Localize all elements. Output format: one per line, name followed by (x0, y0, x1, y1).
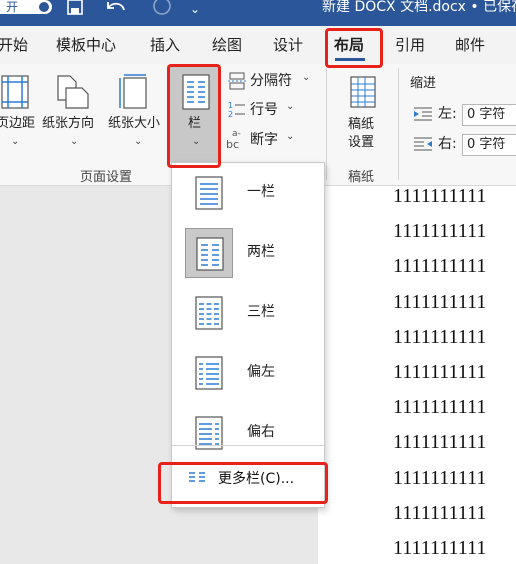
paper-size-icon[interactable] (118, 74, 150, 114)
tab-design[interactable]: 设计 (273, 36, 303, 54)
one-column-icon-wrap (185, 168, 233, 218)
menu-item-label: 一栏 (247, 184, 275, 200)
page-setup-group-label: 页面设置 (80, 170, 133, 185)
manuscript-settings-label-line2: 设置 (348, 135, 375, 150)
menu-item-right-column[interactable]: 偏右 (172, 403, 324, 463)
menu-item-left-column[interactable]: 偏左 (172, 343, 324, 403)
breaks-button[interactable]: 分隔符 (250, 72, 292, 90)
document-text-line: 1111111111 (393, 255, 487, 278)
hyphenation-button[interactable]: 断字 (250, 131, 278, 149)
manuscript-icon[interactable] (350, 76, 378, 112)
tab-draw[interactable]: 绘图 (212, 36, 242, 54)
three-columns-icon (195, 296, 223, 330)
three-columns-icon-wrap (185, 288, 233, 338)
line-numbers-icon[interactable]: 12 (228, 100, 246, 122)
tab-template-center[interactable]: 模板中心 (56, 36, 116, 54)
columns-chevron-icon[interactable]: ⌄ (192, 136, 200, 147)
document-text-line: 1111111111 (393, 361, 487, 383)
menu-divider (172, 445, 324, 446)
customize-toolbar-chevron-icon[interactable]: ⌄ (190, 0, 200, 18)
indent-left-label: 左: (438, 106, 457, 122)
menu-item-one-column[interactable]: 一栏 (172, 163, 324, 223)
document-text-line: 1111111111 (393, 325, 487, 348)
hyphenation-icon[interactable]: a-bc (226, 128, 248, 154)
menu-item-label: 三栏 (247, 304, 275, 320)
margins-icon[interactable] (0, 74, 30, 114)
orientation-chevron-icon[interactable]: ⌄ (70, 136, 78, 147)
menu-item-label: 偏左 (247, 364, 275, 380)
paper-size-button[interactable]: 纸张大小 (108, 116, 160, 132)
indent-title: 缩进 (410, 76, 437, 91)
menu-item-label: 偏右 (247, 424, 275, 440)
columns-button[interactable]: 栏 (188, 116, 201, 132)
indent-right-label: 右: (438, 136, 457, 152)
ribbon-tabs: 开始 模板中心 插入 绘图 设计 布局 引用 邮件 (0, 26, 516, 64)
columns-icon[interactable] (182, 74, 210, 114)
indent-left-input[interactable]: 0 字符 (462, 104, 516, 126)
document-text-line: 1111111111 (393, 220, 487, 243)
margins-chevron-icon[interactable]: ⌄ (11, 136, 19, 147)
document-text-line: 1111111111 (393, 501, 487, 524)
columns-dropdown-menu: 一栏 两栏 三栏 偏左 偏右 更多栏(C)... (171, 162, 325, 508)
line-numbers-chevron-icon[interactable]: ⌄ (286, 101, 294, 112)
tab-home[interactable]: 开始 (0, 36, 28, 54)
one-column-icon (195, 176, 223, 210)
autosave-toggle-label: 开 (6, 0, 19, 14)
group-divider (326, 68, 327, 180)
active-tab-indicator (335, 58, 365, 61)
more-columns-button[interactable]: 更多栏(C)... (172, 459, 324, 499)
margins-button[interactable]: 页边距 (0, 116, 35, 132)
orientation-icon[interactable] (54, 74, 90, 114)
manuscript-settings-button[interactable]: 稿纸 (348, 117, 374, 133)
document-text-line: 1111111111 (393, 290, 487, 313)
two-columns-icon (196, 237, 224, 271)
orientation-button[interactable]: 纸张方向 (42, 116, 94, 132)
hyphenation-chevron-icon[interactable]: ⌄ (286, 131, 294, 142)
menu-item-three-columns[interactable]: 三栏 (172, 283, 324, 343)
svg-text:2: 2 (228, 110, 233, 118)
manuscript-group-label: 稿纸 (348, 170, 375, 185)
two-columns-icon-wrap (185, 228, 233, 278)
undo-icon[interactable] (104, 0, 128, 20)
menu-item-label: 两栏 (247, 244, 275, 260)
right-column-icon-wrap (185, 408, 233, 458)
breaks-chevron-icon[interactable]: ⌄ (302, 72, 310, 83)
save-icon[interactable] (66, 0, 86, 20)
indent-left-icon (414, 106, 432, 125)
toggle-knob-icon (39, 2, 49, 12)
tab-layout[interactable]: 布局 (334, 36, 364, 54)
indent-right-input[interactable]: 0 字符 (462, 134, 516, 156)
svg-text:bc: bc (226, 138, 239, 150)
tab-references[interactable]: 引用 (395, 36, 425, 54)
paper-size-chevron-icon[interactable]: ⌄ (134, 136, 142, 147)
document-text-line: 1111111111 (393, 537, 487, 559)
group-divider (398, 68, 399, 180)
document-text-line: 1111111111 (393, 431, 487, 454)
svg-text:1: 1 (228, 101, 233, 110)
document-text-line: 1111111111 (393, 466, 487, 489)
document-title: 新建 DOCX 文档.docx • 已保存 (322, 0, 516, 15)
tab-insert[interactable]: 插入 (150, 36, 180, 54)
left-column-icon (195, 356, 223, 390)
indent-right-icon (414, 136, 432, 155)
left-column-icon-wrap (185, 348, 233, 398)
tab-mailings[interactable]: 邮件 (455, 36, 485, 54)
breaks-icon[interactable] (228, 72, 246, 94)
menu-item-two-columns[interactable]: 两栏 (172, 223, 324, 283)
document-text-line: 1111111111 (393, 396, 487, 419)
redo-icon[interactable] (152, 0, 172, 20)
more-columns-label: 更多栏(C)... (218, 471, 295, 487)
autosave-toggle[interactable]: 开 (0, 0, 52, 14)
title-bar: 开 ⌄ 新建 DOCX 文档.docx • 已保存 (0, 0, 516, 26)
more-columns-icon (189, 471, 207, 487)
document-text-line: 1111111111 (393, 185, 487, 207)
line-numbers-button[interactable]: 行号 (250, 101, 278, 119)
